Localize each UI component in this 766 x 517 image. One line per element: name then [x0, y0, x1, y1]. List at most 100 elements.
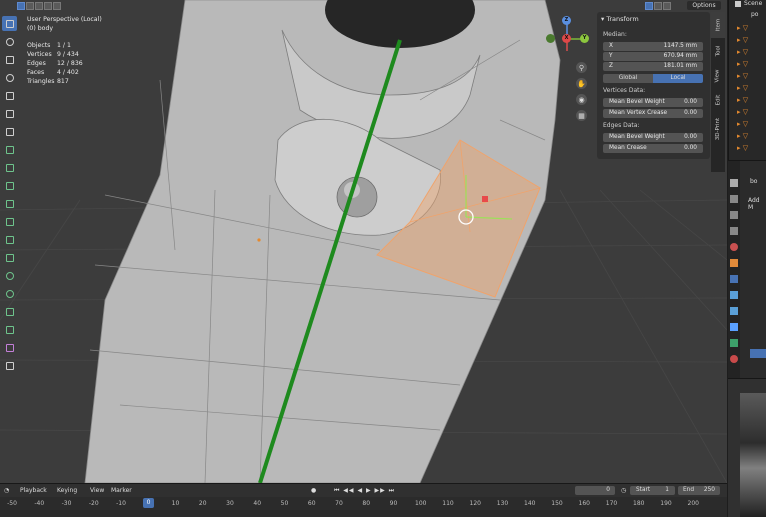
transform-panel-title[interactable]: ▾ Transform	[601, 15, 639, 23]
mesh-triangle-icon[interactable]: ▸ ▽	[737, 142, 765, 154]
material-tab-icon[interactable]	[730, 355, 738, 363]
current-frame-field[interactable]: 0	[575, 486, 615, 495]
physics-tab-icon[interactable]	[730, 307, 738, 315]
particles-tab-icon[interactable]	[730, 291, 738, 299]
inset-tool-icon[interactable]	[2, 178, 17, 193]
select-mode-new-icon[interactable]	[17, 2, 25, 10]
frame-ruler[interactable]: -50 -40 -30 -20 -10 0 10 20 30 40 50 60 70 80 90 100 110…	[0, 498, 727, 509]
select-mode-intersect-icon[interactable]	[53, 2, 61, 10]
mesh-triangle-icon[interactable]: ▸ ▽	[737, 94, 765, 106]
tab-edit[interactable]: Edit	[711, 89, 725, 111]
extrude-tool-icon[interactable]	[2, 160, 17, 175]
mesh-triangle-icon[interactable]: ▸ ▽	[737, 58, 765, 70]
editor-type-icon[interactable]: ◔	[4, 487, 9, 494]
marker-menu[interactable]: Marker	[111, 487, 132, 494]
rotate-tool-icon[interactable]	[2, 70, 17, 85]
options-dropdown[interactable]: Options	[687, 1, 721, 10]
view-layer-tab-icon[interactable]	[730, 227, 738, 235]
edge-slide-tool-icon[interactable]	[2, 304, 17, 319]
median-z-field[interactable]: Z 181.01 mm	[603, 62, 703, 71]
playback-menu[interactable]: Playback	[20, 487, 47, 494]
annotate-tool-icon[interactable]	[2, 106, 17, 121]
tab-tool[interactable]: Tool	[711, 39, 725, 63]
poly-build-tool-icon[interactable]	[2, 250, 17, 265]
mesh-triangle-icon[interactable]: ▸ ▽	[737, 130, 765, 142]
loop-cut-tool-icon[interactable]	[2, 214, 17, 229]
properties-panel[interactable]: bo Add M	[728, 160, 766, 379]
grid-view-icon[interactable]: ▦	[576, 110, 587, 121]
timeline-editor[interactable]: ◔ Playback Keying View Marker ● ⏮ ◀◀ ◀ ▶…	[0, 483, 727, 517]
mesh-triangle-icon[interactable]: ▸ ▽	[737, 46, 765, 58]
gizmo-neg-y-axis[interactable]	[546, 34, 555, 43]
edge-mean-bevel-field[interactable]: Mean Bevel Weight 0.00	[603, 133, 703, 142]
vertex-mean-bevel-field[interactable]: Mean Bevel Weight 0.00	[603, 98, 703, 107]
gizmo-x-axis[interactable]: X	[562, 34, 571, 43]
median-x-field[interactable]: X 1147.5 mm	[603, 42, 703, 51]
axis-x-toggle-icon[interactable]	[645, 2, 653, 10]
outliner-item[interactable]: po	[751, 11, 758, 18]
view-menu[interactable]: View	[90, 487, 104, 494]
object-name-label: bo	[750, 178, 758, 185]
constraints-tab-icon[interactable]	[730, 323, 738, 331]
image-editor-panel[interactable]	[728, 378, 766, 517]
select-mode-extend-icon[interactable]	[26, 2, 34, 10]
keying-menu[interactable]: Keying	[57, 487, 77, 494]
global-space-button[interactable]: Global	[603, 74, 653, 83]
cursor-tool-icon[interactable]	[2, 34, 17, 49]
local-space-button[interactable]: Local	[653, 74, 703, 83]
axis-z-toggle-icon[interactable]	[663, 2, 671, 10]
camera-icon[interactable]: ◉	[576, 94, 587, 105]
shrink-fatten-tool-icon[interactable]	[2, 322, 17, 337]
smooth-tool-icon[interactable]	[2, 286, 17, 301]
clock-icon[interactable]: ◷	[621, 487, 626, 494]
tab-view[interactable]: View	[711, 64, 725, 88]
knife-tool-icon[interactable]	[2, 232, 17, 247]
playback-controls[interactable]: ⏮ ◀◀ ◀ ▶ ▶▶ ⏭	[334, 487, 395, 495]
move-tool-icon[interactable]	[2, 52, 17, 67]
tab-item[interactable]: Item	[711, 12, 725, 38]
outliner-panel[interactable]: Scene po ▸ ▽ ▸ ▽ ▸ ▽ ▸ ▽ ▸ ▽ ▸ ▽ ▸ ▽ ▸ ▽…	[728, 0, 766, 160]
shear-tool-icon[interactable]	[2, 340, 17, 355]
gizmo-z-axis[interactable]: Z	[562, 16, 571, 25]
tab-3d-print[interactable]: 3D-Print	[711, 112, 725, 146]
mesh-triangle-icon[interactable]: ▸ ▽	[737, 22, 765, 34]
pan-hand-icon[interactable]: ✋	[576, 78, 587, 89]
playhead[interactable]: 0	[143, 498, 154, 508]
output-tab-icon[interactable]	[730, 211, 738, 219]
select-box-tool-icon[interactable]	[2, 16, 17, 31]
scale-tool-icon[interactable]	[2, 88, 17, 103]
spin-tool-icon[interactable]	[2, 268, 17, 283]
select-mode-subtract-icon[interactable]	[35, 2, 43, 10]
start-frame-field[interactable]: Start 1	[630, 486, 675, 495]
bevel-tool-icon[interactable]	[2, 196, 17, 211]
mesh-triangle-icon[interactable]: ▸ ▽	[737, 34, 765, 46]
stat-faces: Faces 4 / 402	[27, 69, 79, 76]
select-mode-invert-icon[interactable]	[44, 2, 52, 10]
axis-y-toggle-icon[interactable]	[654, 2, 662, 10]
3d-viewport[interactable]: Options User Perspective (Local) (0) bod…	[0, 0, 727, 483]
add-modifier-button[interactable]: Add M	[748, 197, 766, 211]
modifier-apply-button[interactable]	[750, 349, 766, 358]
add-cube-tool-icon[interactable]	[2, 142, 17, 157]
median-y-field[interactable]: Y 670.94 mm	[603, 52, 703, 61]
scene-tab-icon[interactable]	[730, 243, 738, 251]
vertex-mean-crease-field[interactable]: Mean Vertex Crease 0.00	[603, 109, 703, 118]
mesh-triangle-icon[interactable]: ▸ ▽	[737, 118, 765, 130]
mesh-triangle-icon[interactable]: ▸ ▽	[737, 82, 765, 94]
zoom-icon[interactable]: ⚲	[576, 62, 587, 73]
modifier-tab-icon[interactable]	[730, 275, 738, 283]
record-icon[interactable]: ●	[311, 487, 316, 494]
ruler-tick-label: 190	[660, 500, 672, 507]
measure-tool-icon[interactable]	[2, 124, 17, 139]
mesh-triangle-icon[interactable]: ▸ ▽	[737, 106, 765, 118]
navigation-gizmo[interactable]: Z Y X	[540, 12, 592, 64]
edge-mean-crease-field[interactable]: Mean Crease 0.00	[603, 144, 703, 153]
end-frame-field[interactable]: End 250	[678, 486, 720, 495]
object-tab-icon[interactable]	[730, 259, 738, 267]
render-tab-icon[interactable]	[730, 195, 738, 203]
data-tab-icon[interactable]	[730, 339, 738, 347]
rip-tool-icon[interactable]	[2, 358, 17, 373]
gizmo-y-axis[interactable]: Y	[580, 34, 589, 43]
mesh-triangle-icon[interactable]: ▸ ▽	[737, 70, 765, 82]
tool-tab-icon[interactable]	[730, 179, 738, 187]
